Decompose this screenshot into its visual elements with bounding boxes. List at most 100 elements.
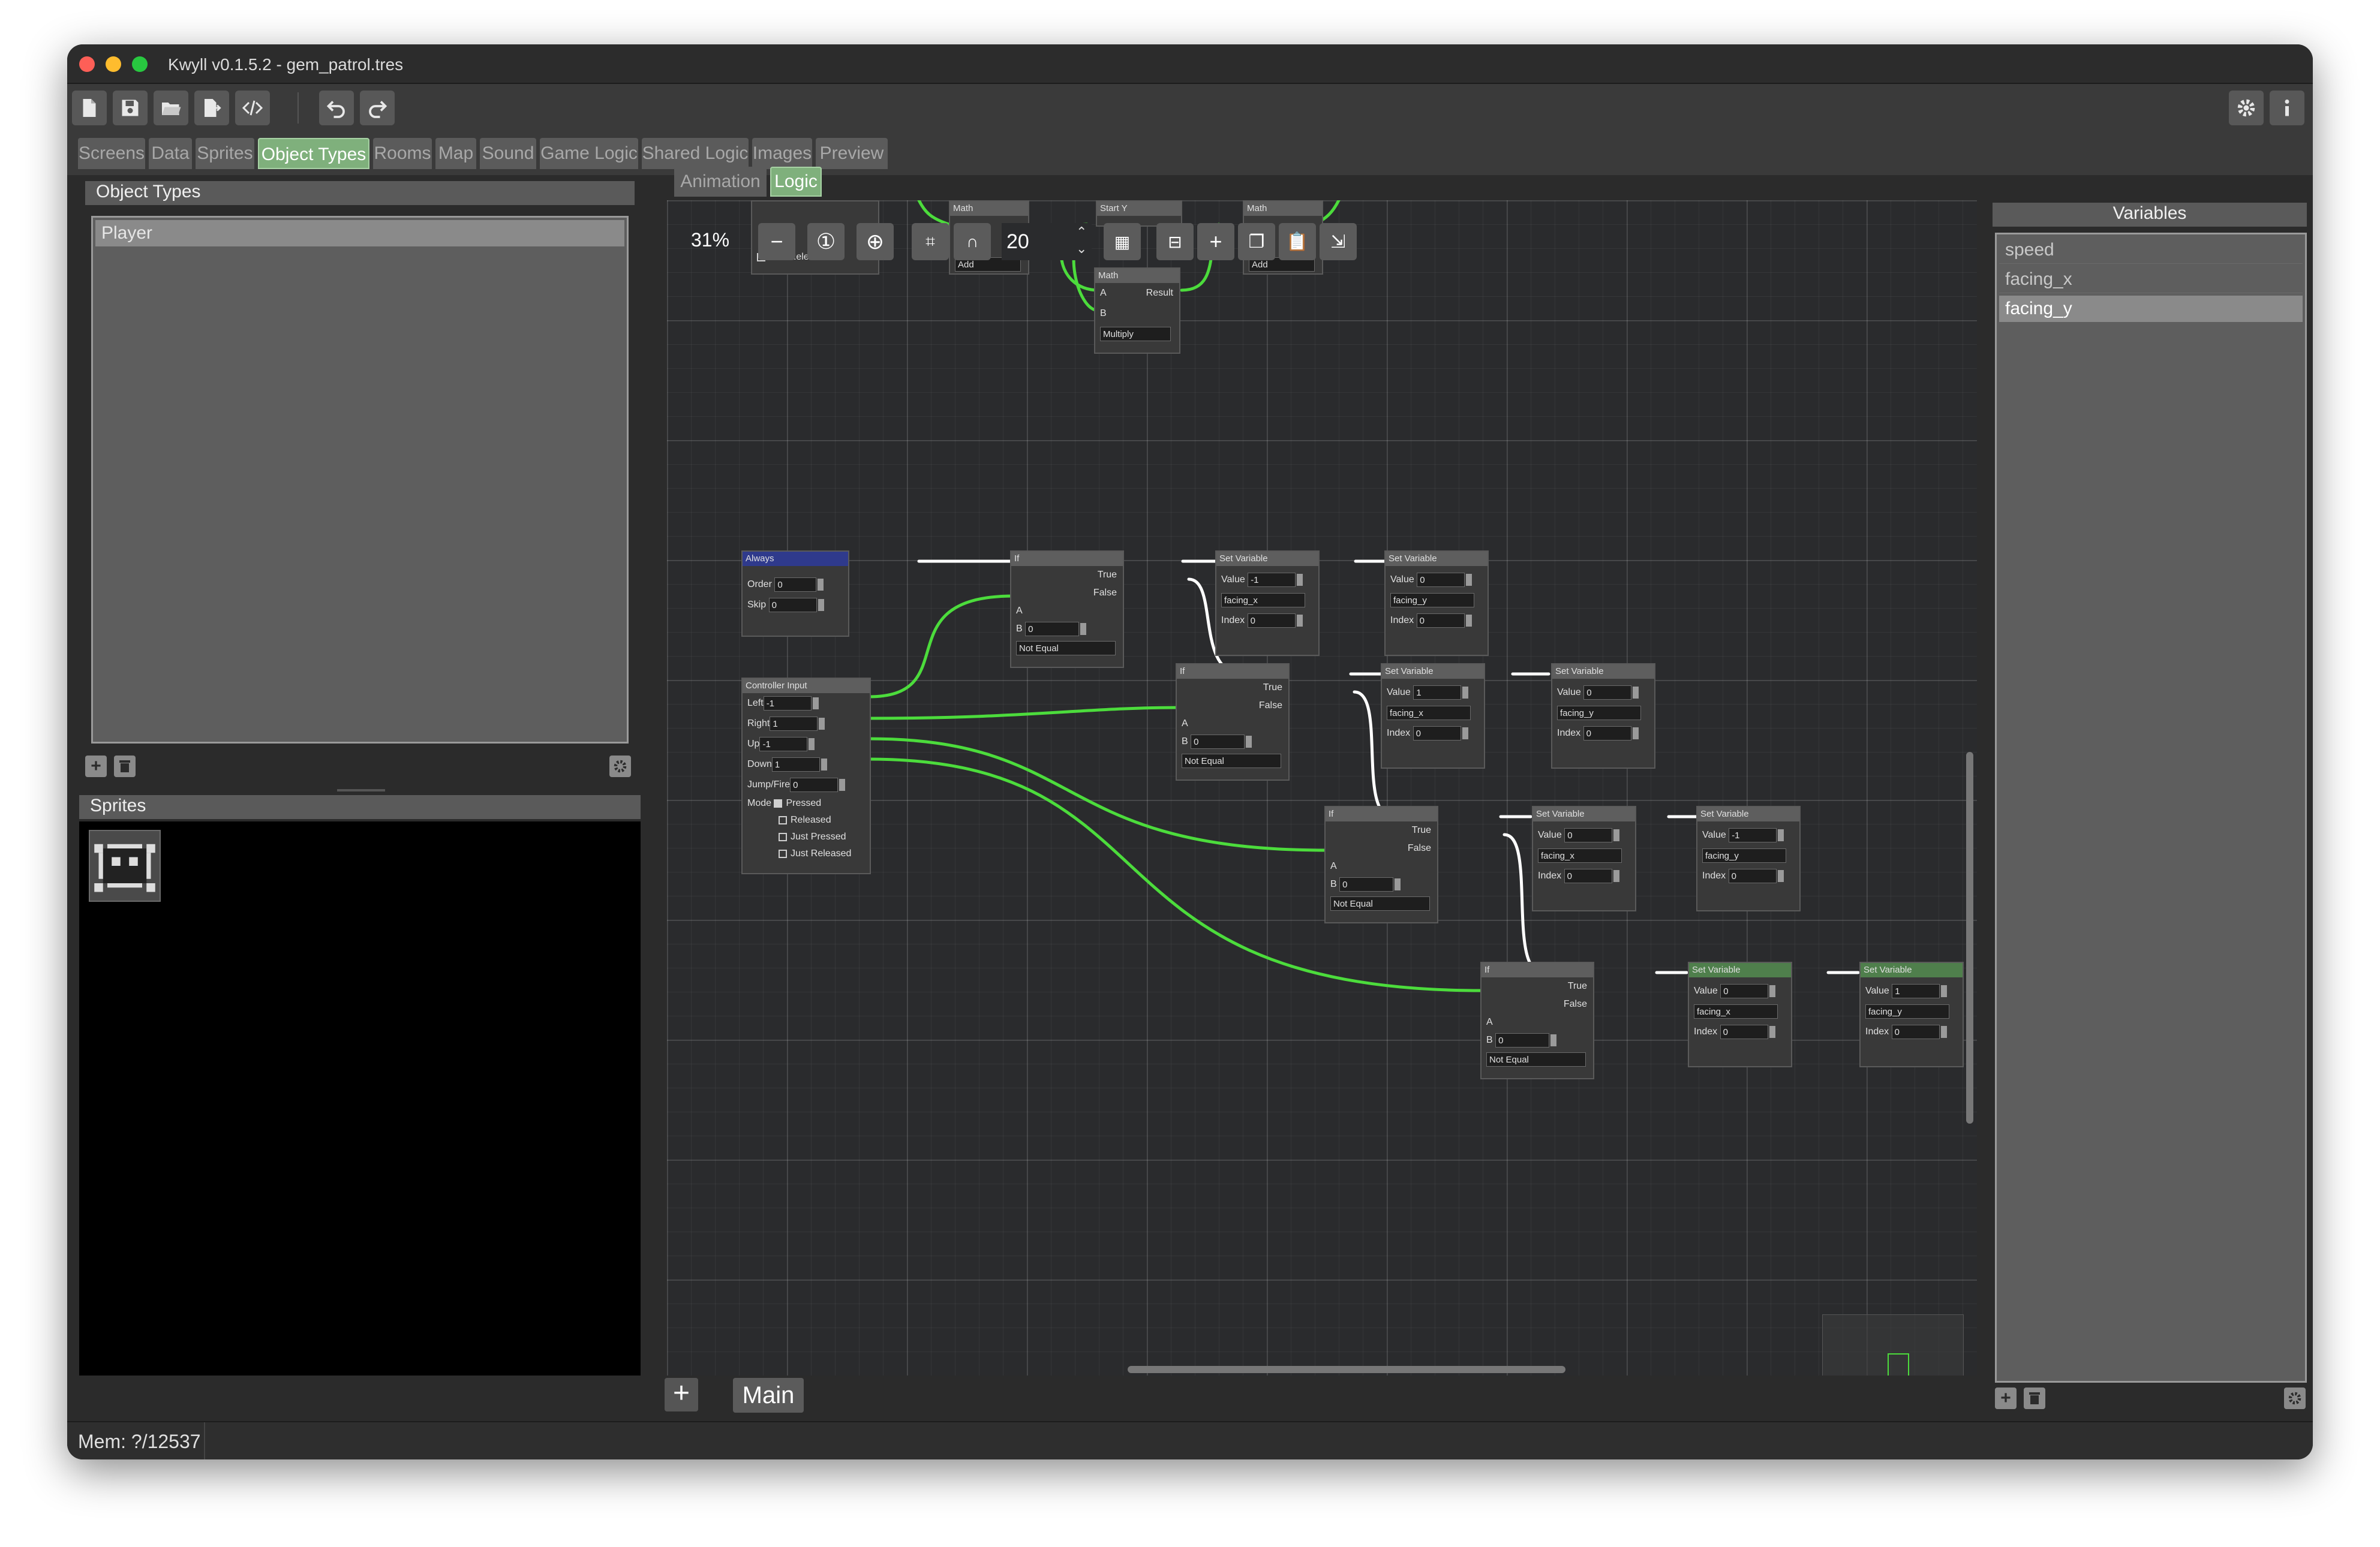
zoom-reset-button[interactable]: ① [807, 223, 845, 260]
index-field[interactable]: 0 [1564, 868, 1612, 883]
close-window-button[interactable] [79, 56, 95, 72]
value-field[interactable]: 0 [1720, 983, 1769, 998]
value-field[interactable]: 0 [1417, 572, 1465, 587]
math-op-select[interactable]: Multiply [1100, 326, 1171, 341]
import-button[interactable]: ⇲ [1320, 223, 1357, 260]
index-field[interactable]: 0 [1413, 726, 1461, 741]
down-spinner[interactable] [821, 758, 827, 771]
redo-button[interactable] [360, 91, 395, 125]
node-set-variable-8[interactable]: Set Variable Value 1 facing_y Index 0 [1859, 962, 1964, 1067]
b-spinner[interactable] [1080, 622, 1087, 635]
b-spinner[interactable] [1395, 878, 1401, 890]
panel-split-handle[interactable] [337, 789, 385, 791]
variables-list[interactable]: speed facing_x facing_y [1995, 233, 2307, 1383]
vertical-scrollbar[interactable] [1966, 752, 1973, 1124]
node-set-variable-6[interactable]: Set Variable Value -1 facing_y Index 0 [1696, 806, 1801, 911]
add-variable-button[interactable]: + [1995, 1388, 2017, 1409]
index-spinner[interactable] [1777, 869, 1784, 882]
b-field[interactable]: 0 [1025, 621, 1080, 636]
index-field[interactable]: 0 [1247, 613, 1296, 628]
node-set-variable-4[interactable]: Set Variable Value 0 facing_y Index 0 [1551, 663, 1655, 769]
index-field[interactable]: 0 [1416, 613, 1465, 628]
new-file-button[interactable] [72, 91, 107, 125]
jump-fire-spinner[interactable] [839, 778, 846, 791]
index-spinner[interactable] [1462, 727, 1468, 739]
tab-preview[interactable]: Preview [816, 138, 888, 169]
tab-sound[interactable]: Sound [480, 138, 536, 169]
object-type-item-player[interactable]: Player [95, 220, 624, 246]
right-spinner[interactable] [819, 717, 825, 730]
subtab-animation[interactable]: Animation [674, 167, 767, 197]
value-field[interactable]: 1 [1413, 685, 1462, 700]
index-spinner[interactable] [1769, 1025, 1775, 1038]
node-controller-input[interactable]: Controller Input Left -1 Right 1 Up -1 Down… [741, 678, 871, 874]
sprites-grid[interactable] [79, 821, 641, 1404]
node-set-variable-2[interactable]: Set Variable Value 0 facing_y Index 0 [1384, 550, 1489, 656]
open-button[interactable] [154, 91, 188, 125]
info-button[interactable] [2270, 91, 2304, 125]
add-object-type-button[interactable]: + [85, 756, 107, 777]
comparison-select[interactable]: Not Equal [1330, 896, 1430, 911]
delete-object-type-button[interactable] [114, 756, 136, 777]
variable-item-speed[interactable]: speed [1999, 237, 2303, 264]
node-set-variable-1[interactable]: Set Variable Value -1 facing_x Index 0 [1215, 550, 1320, 656]
index-spinner[interactable] [1632, 727, 1639, 739]
tab-data[interactable]: Data [149, 138, 192, 169]
value-spinner[interactable] [1466, 573, 1473, 586]
tab-images[interactable]: Images [752, 138, 812, 169]
value-spinner[interactable] [1778, 829, 1784, 841]
skip-spinner[interactable] [818, 598, 824, 611]
node-math-multiply[interactable]: Math A Result B Multiply [1094, 267, 1180, 354]
b-field[interactable]: 0 [1495, 1033, 1550, 1048]
up-spinner[interactable] [809, 738, 815, 750]
b-spinner[interactable] [1246, 735, 1252, 748]
index-spinner[interactable] [1940, 1025, 1947, 1038]
zoom-window-button[interactable] [132, 56, 148, 72]
tab-rooms[interactable]: Rooms [373, 138, 432, 169]
minimap-toggle-button[interactable]: ▦ [1104, 223, 1141, 260]
zoom-out-button[interactable]: − [758, 223, 795, 260]
jump-fire-field[interactable]: 0 [790, 777, 839, 792]
index-spinner[interactable] [1613, 869, 1619, 882]
node-if-2[interactable]: If True False A B 0 Not Equal [1176, 663, 1290, 781]
value-spinner[interactable] [1297, 573, 1303, 586]
save-button[interactable] [113, 91, 148, 125]
left-spinner[interactable] [812, 697, 819, 709]
variable-select[interactable]: facing_y [1865, 1004, 1949, 1019]
variable-item-facing-x[interactable]: facing_x [1999, 266, 2303, 293]
graph-minimap[interactable] [1822, 1314, 1964, 1376]
value-spinner[interactable] [1769, 985, 1776, 997]
snap-distance-spinbox[interactable]: 20 ⌃ ⌄ [1002, 223, 1092, 260]
order-field[interactable]: 0 [774, 577, 817, 592]
tab-sprites[interactable]: Sprites [196, 138, 254, 169]
arrange-nodes-button[interactable]: ⊟ [1156, 223, 1194, 260]
value-field[interactable]: 1 [1892, 983, 1940, 998]
object-types-list[interactable]: Player [91, 216, 629, 744]
snap-grid-button[interactable]: ⌗ [912, 223, 949, 260]
sprite-thumbnail[interactable] [89, 830, 161, 902]
value-field[interactable]: -1 [1248, 572, 1296, 587]
order-spinner[interactable] [818, 578, 824, 591]
b-field[interactable]: 0 [1339, 877, 1394, 892]
variable-item-facing-y[interactable]: facing_y [1999, 296, 2303, 322]
index-field[interactable]: 0 [1720, 1024, 1768, 1039]
comparison-select[interactable]: Not Equal [1182, 753, 1281, 768]
minimap-viewport[interactable] [1888, 1353, 1909, 1376]
pressed-checkbox[interactable] [774, 799, 783, 808]
b-spinner[interactable] [1550, 1034, 1557, 1046]
subtab-logic[interactable]: Logic [770, 167, 822, 197]
object-type-settings-button[interactable] [609, 756, 631, 777]
up-field[interactable]: -1 [759, 736, 808, 751]
delete-variable-button[interactable] [2024, 1388, 2045, 1409]
node-if-1[interactable]: If True False A B 0 Not Equal [1010, 550, 1124, 668]
right-field[interactable]: 1 [770, 716, 818, 731]
tab-object-types[interactable]: Object Types [258, 138, 369, 169]
comparison-select[interactable]: Not Equal [1486, 1052, 1586, 1067]
value-spinner[interactable] [1633, 686, 1639, 699]
duplicate-button[interactable]: ❐ [1238, 223, 1275, 260]
index-field[interactable]: 0 [1891, 1024, 1940, 1039]
paste-button[interactable]: 📋 [1279, 223, 1316, 260]
down-field[interactable]: 1 [771, 757, 820, 772]
snap-toggle-button[interactable]: ∩ [954, 223, 991, 260]
skip-field[interactable]: 0 [768, 597, 817, 612]
